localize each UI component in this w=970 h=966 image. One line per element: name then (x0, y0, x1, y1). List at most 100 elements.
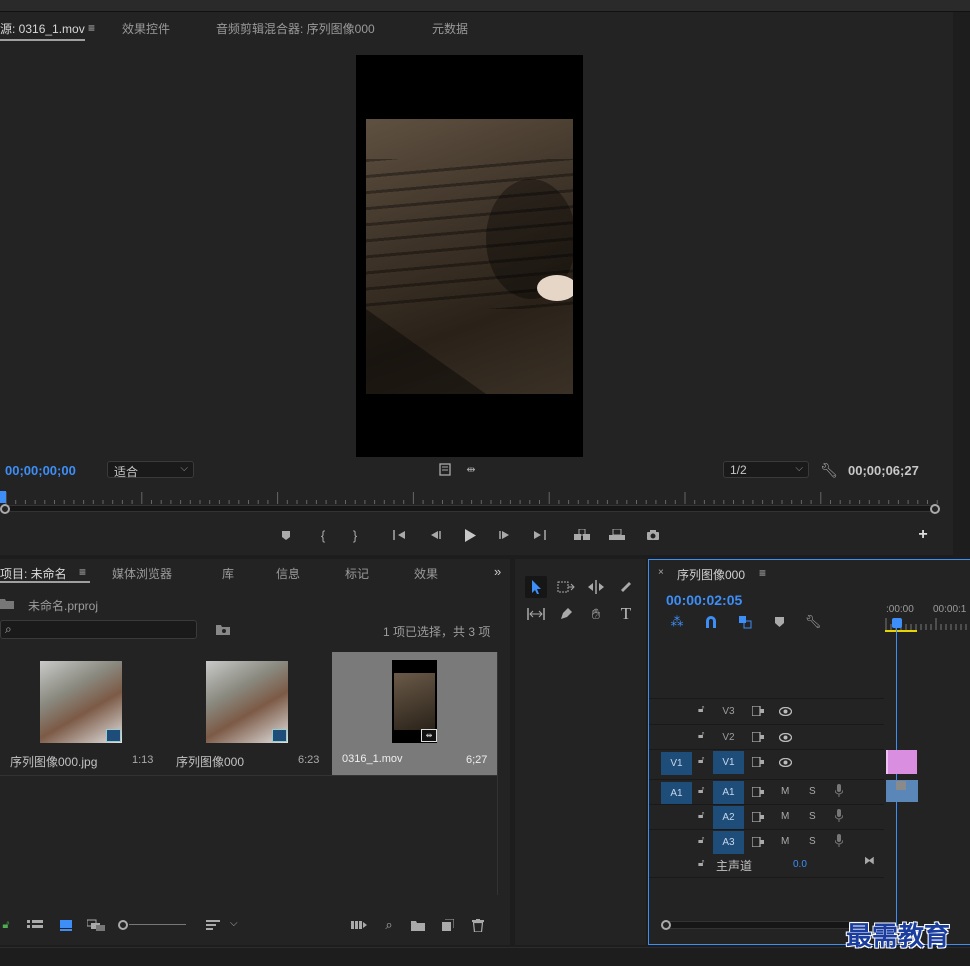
track-target-a2[interactable]: A2 (713, 806, 744, 829)
eye-icon[interactable] (778, 705, 793, 719)
solo-button[interactable]: S (809, 836, 816, 847)
tab-audio-clip-mixer[interactable]: 音频剪辑混合器: 序列图像000 (216, 20, 375, 37)
zoom-handle-right[interactable] (930, 504, 940, 514)
tab-markers[interactable]: 标记 (345, 565, 369, 582)
solo-button[interactable]: S (809, 811, 816, 822)
source-zoom-bar[interactable] (3, 505, 936, 512)
wrench-icon[interactable]: 🔧︎ (820, 462, 838, 478)
eye-icon[interactable] (778, 756, 793, 770)
toggle-sync-lock-icon[interactable] (751, 811, 764, 825)
trash-icon[interactable] (470, 917, 486, 933)
project-item-selected[interactable]: ⇹ 0316_1.mov 6;27 (332, 652, 497, 775)
project-search-input[interactable]: ⌕ (0, 620, 197, 639)
mark-out-icon[interactable]: } (348, 527, 362, 543)
step-back-icon[interactable] (427, 527, 443, 543)
track-select-tool-icon[interactable] (555, 577, 577, 597)
close-icon[interactable]: × (658, 567, 664, 578)
nest-icon[interactable]: ⁂ (669, 614, 685, 630)
lock-icon[interactable]: 🔓︎ (0, 918, 12, 932)
fit-dropdown[interactable]: 适合 ⌵ (107, 461, 194, 479)
menu-icon[interactable]: ≡ (79, 565, 86, 579)
lock-icon[interactable]: 🔓︎ (698, 785, 704, 796)
track-target-v1[interactable]: V1 (713, 751, 744, 774)
linked-selection-icon[interactable] (737, 614, 753, 630)
add-marker-icon[interactable] (772, 615, 786, 629)
menu-icon[interactable]: ≡ (88, 21, 95, 35)
lock-icon[interactable]: 🔓︎ (698, 835, 704, 846)
resolution-dropdown[interactable]: 1/2 ⌵ (723, 461, 809, 478)
go-to-end-icon[interactable]: ⧓ (864, 854, 875, 867)
track-target-a1[interactable]: A1 (713, 781, 744, 804)
wrench-icon[interactable]: 🔧︎ (805, 614, 822, 630)
drag-video-audio-icon[interactable]: ⇹ (463, 462, 479, 476)
insert-icon[interactable] (572, 527, 592, 543)
chevron-down-icon[interactable]: ⌵ (230, 918, 238, 929)
lock-icon[interactable]: 🔓︎ (698, 730, 704, 741)
timeline-scrollbar[interactable] (661, 921, 866, 929)
go-to-in-icon[interactable] (392, 527, 408, 543)
tab-effects[interactable]: 效果 (414, 565, 438, 582)
freeform-view-icon[interactable] (86, 917, 106, 933)
timeline-playhead-head[interactable] (892, 618, 902, 628)
project-item[interactable]: 序列图像000.jpg 1:13 (0, 652, 164, 775)
source-playhead[interactable] (0, 491, 6, 503)
audio-clip[interactable] (886, 780, 918, 802)
overwrite-icon[interactable] (607, 527, 627, 543)
eye-icon[interactable] (778, 731, 793, 745)
tab-source[interactable]: 源: 0316_1.mov (0, 20, 85, 41)
work-area-bar[interactable] (885, 630, 917, 632)
master-volume-value[interactable]: 0.0 (793, 859, 807, 870)
source-timecode-current[interactable]: 00;00;00;00 (5, 463, 76, 478)
more-tabs-icon[interactable]: » (494, 564, 501, 579)
track-target-a3[interactable]: A3 (713, 831, 744, 854)
tab-info[interactable]: 信息 (276, 565, 300, 582)
mute-button[interactable]: M (781, 811, 789, 822)
sequence-tab-name[interactable]: 序列图像000 (677, 566, 745, 583)
toggle-sync-lock-icon[interactable] (751, 836, 764, 850)
step-forward-icon[interactable] (497, 527, 513, 543)
export-frame-settings-icon[interactable] (438, 462, 452, 476)
pen-tool-icon[interactable] (555, 604, 577, 624)
tab-effect-controls[interactable]: 效果控件 (122, 20, 170, 37)
sort-icon[interactable] (204, 918, 222, 932)
new-item-icon[interactable] (440, 917, 456, 933)
toggle-sync-lock-icon[interactable] (751, 786, 764, 800)
microphone-icon[interactable] (834, 809, 844, 825)
slip-tool-icon[interactable] (525, 604, 547, 624)
new-bin-icon[interactable] (410, 918, 426, 932)
toggle-sync-lock-icon[interactable] (751, 705, 764, 719)
scroll-handle-left[interactable] (661, 920, 671, 930)
toggle-sync-lock-icon[interactable] (751, 756, 764, 770)
add-button-icon[interactable]: + (914, 526, 932, 544)
ripple-edit-tool-icon[interactable] (585, 577, 607, 597)
hand-tool-icon[interactable]: ✋︎ (585, 604, 607, 624)
find-icon[interactable]: ⌕ (381, 917, 397, 933)
tab-libraries[interactable]: 库 (222, 565, 234, 582)
video-clip[interactable] (886, 750, 917, 774)
track-target-v2[interactable]: V2 (713, 726, 744, 749)
microphone-icon[interactable] (834, 834, 844, 850)
find-icon[interactable] (215, 622, 231, 636)
play-icon[interactable] (462, 526, 478, 544)
mute-button[interactable]: M (781, 836, 789, 847)
mark-in-icon[interactable]: { (316, 527, 330, 543)
lock-icon[interactable]: 🔓︎ (698, 755, 704, 766)
solo-button[interactable]: S (809, 786, 816, 797)
source-patch-a1[interactable]: A1 (661, 782, 692, 805)
slider-handle[interactable] (118, 920, 128, 930)
mute-button[interactable]: M (781, 786, 789, 797)
project-item[interactable]: 序列图像000 6:23 (166, 652, 330, 775)
add-marker-icon[interactable] (279, 528, 293, 542)
lock-icon[interactable]: 🔓︎ (698, 858, 704, 869)
video-canvas[interactable] (356, 55, 583, 457)
razor-tool-icon[interactable] (615, 577, 637, 597)
timeline-timecode[interactable]: 00:00:02:05 (666, 592, 742, 608)
menu-icon[interactable]: ≡ (759, 566, 766, 580)
microphone-icon[interactable] (834, 784, 844, 800)
source-patch-v1[interactable]: V1 (661, 752, 692, 775)
camera-icon[interactable] (644, 527, 662, 543)
lock-icon[interactable]: 🔓︎ (698, 704, 704, 715)
track-target-v3[interactable]: V3 (713, 700, 744, 723)
tab-media-browser[interactable]: 媒体浏览器 (112, 565, 172, 582)
zoom-slider[interactable] (118, 920, 188, 930)
